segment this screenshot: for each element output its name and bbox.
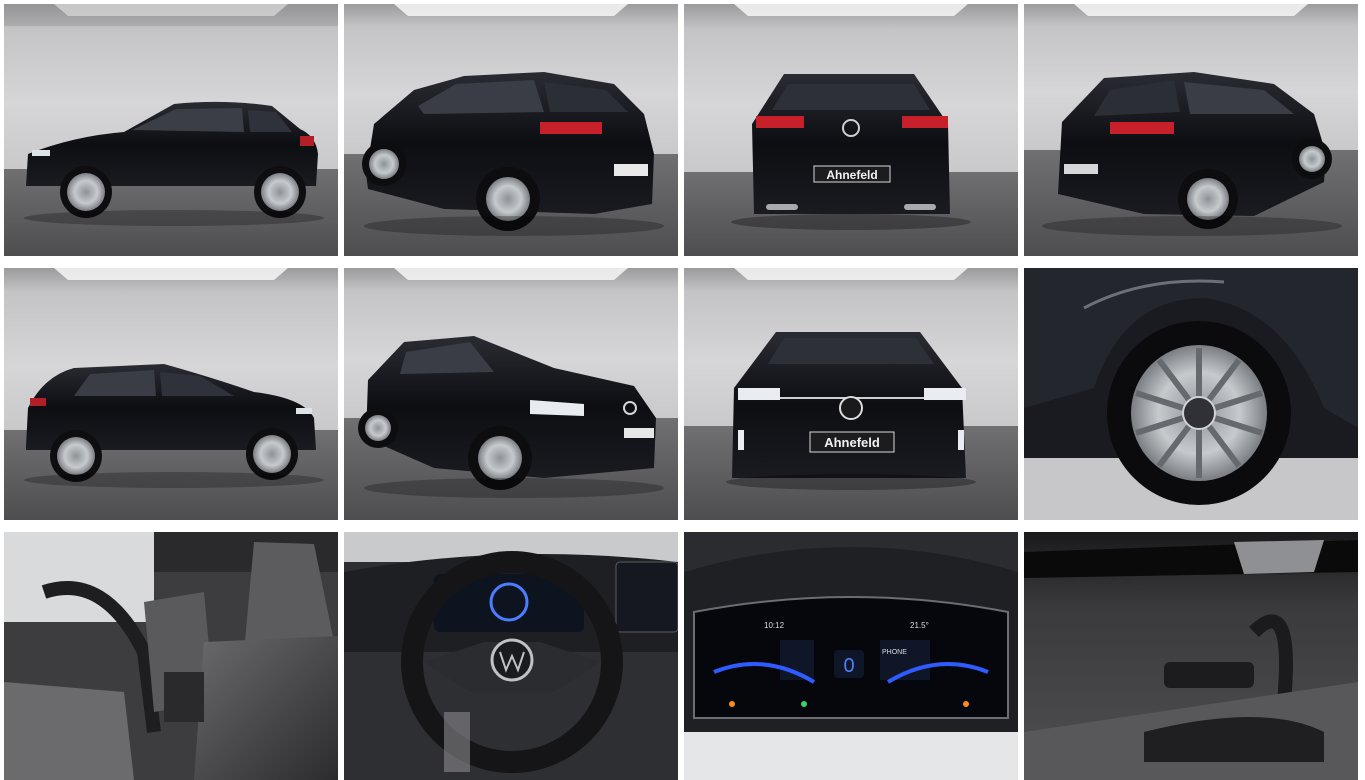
cluster-temp: 21.5°: [910, 621, 929, 630]
car-rear-image: Ahnefeld: [684, 4, 1018, 256]
steering-wheel-image: [344, 532, 678, 780]
photo-rear-three-quarter-right[interactable]: [1024, 4, 1358, 256]
photo-steering-wheel[interactable]: [344, 532, 678, 780]
instrument-cluster-image: 10:12 21.5° PHONE 0: [684, 532, 1018, 780]
rear-plate-text: Ahnefeld: [826, 168, 877, 182]
wheel-closeup-image: [1024, 268, 1358, 520]
car-rear-angle-right-image: [1024, 4, 1358, 256]
photo-front-three-quarter-left[interactable]: [344, 268, 678, 520]
photo-door-panel[interactable]: [1024, 532, 1358, 780]
photo-side-left[interactable]: [4, 4, 338, 256]
photo-wheel[interactable]: [1024, 268, 1358, 520]
car-side-right-image: [4, 268, 338, 520]
car-front-image: Ahnefeld: [684, 268, 1018, 520]
photo-instrument-cluster[interactable]: 10:12 21.5° PHONE 0: [684, 532, 1018, 780]
cluster-time: 10:12: [764, 621, 785, 630]
cluster-media: PHONE: [882, 649, 907, 656]
car-front-angle-image: [344, 268, 678, 520]
interior-seats-image: [4, 532, 338, 780]
photo-front-seats[interactable]: [4, 532, 338, 780]
photo-rear[interactable]: Ahnefeld: [684, 4, 1018, 256]
door-panel-image: [1024, 532, 1358, 780]
photo-rear-three-quarter-left[interactable]: [344, 4, 678, 256]
car-side-image: [4, 4, 338, 256]
photo-gallery: Ahnefeld Ahnefeld 10:12 21.5° PHONE 0: [0, 0, 1365, 780]
cluster-gear: 0: [843, 655, 854, 677]
photo-side-right[interactable]: [4, 268, 338, 520]
photo-front[interactable]: Ahnefeld: [684, 268, 1018, 520]
car-rear-angle-image: [344, 4, 678, 256]
front-plate-text: Ahnefeld: [824, 435, 880, 450]
